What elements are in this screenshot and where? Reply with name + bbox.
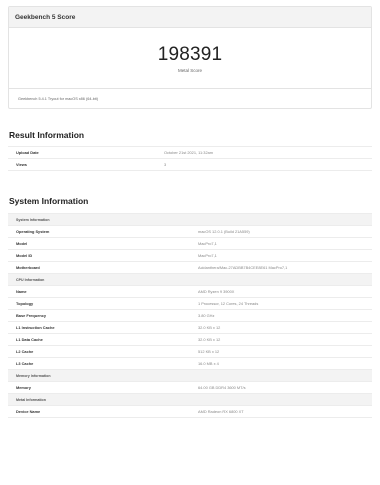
- table-row: L2 Cache 512 KB x 12: [8, 345, 372, 358]
- system-information-title: System Information: [9, 196, 89, 206]
- row-label: Device Name: [8, 405, 190, 418]
- row-value: 1 Processor, 12 Cores, 24 Threads: [190, 297, 372, 310]
- system-subheader-label: System Information: [8, 213, 372, 226]
- table-row: Device Name AMD Radeon RX 6800 XT: [8, 405, 372, 418]
- memory-subheader-label: Memory Information: [8, 369, 372, 382]
- row-label: Topology: [8, 297, 190, 310]
- row-label: Model: [8, 237, 190, 250]
- score-label: Metal Score: [177, 67, 202, 73]
- row-value: MacPro7,1: [190, 237, 372, 250]
- page: Geekbench 5 Score 198391 Metal Score Gee…: [0, 0, 380, 485]
- system-information-table: System Information Operating System macO…: [8, 213, 372, 418]
- upload-date-value: October 21st 2021, 11:32am: [156, 146, 372, 159]
- table-subheader-cpu: CPU Information: [8, 273, 372, 286]
- table-row: L1 Data Cache 32.0 KB x 12: [8, 333, 372, 346]
- row-label: L1 Instruction Cache: [8, 321, 190, 334]
- score-card-title: Geekbench 5 Score: [9, 7, 371, 28]
- row-value: MacPro7,1: [190, 249, 372, 262]
- row-label: Base Frequency: [8, 309, 190, 322]
- table-row: Name AMD Ryzen 9 3900X: [8, 285, 372, 298]
- views-value: 3: [156, 158, 372, 171]
- row-value: 3.80 GHz: [190, 309, 372, 322]
- row-value: AMD Ryzen 9 3900X: [190, 285, 372, 298]
- row-value: 512 KB x 12: [190, 345, 372, 358]
- row-label: Views: [8, 158, 156, 171]
- row-label: Memory: [8, 381, 190, 394]
- row-label: Model ID: [8, 249, 190, 262]
- table-subheader-memory: Memory Information: [8, 369, 372, 382]
- table-row: Base Frequency 3.80 GHz: [8, 309, 372, 322]
- row-label: L1 Data Cache: [8, 333, 190, 346]
- row-value: Acidanthera/Mac-27ADBB7B4CEE8E61 MacPro7…: [190, 261, 372, 274]
- row-value: 64.00 GB DDR4 3600 MT/s: [190, 381, 372, 394]
- score-footer: Geekbench 5.4.1 Tryout for macOS x86 (64…: [18, 97, 98, 101]
- row-value: 16.0 MB x 4: [190, 357, 372, 370]
- row-label: L3 Cache: [8, 357, 190, 370]
- table-row: Operating System macOS 12.0.1 (Build 21A…: [8, 225, 372, 238]
- table-row: Views 3: [8, 158, 372, 171]
- table-row: Model ID MacPro7,1: [8, 249, 372, 262]
- row-value: AMD Radeon RX 6800 XT: [190, 405, 372, 418]
- row-label: Upload Date: [8, 146, 156, 159]
- cpu-subheader-label: CPU Information: [8, 273, 372, 286]
- table-row: Topology 1 Processor, 12 Cores, 24 Threa…: [8, 297, 372, 310]
- table-row: Motherboard Acidanthera/Mac-27ADBB7B4CEE…: [8, 261, 372, 274]
- row-label: Name: [8, 285, 190, 298]
- table-subheader-metal: Metal Information: [8, 393, 372, 406]
- row-value: 32.0 KB x 12: [190, 321, 372, 334]
- table-row: L3 Cache 16.0 MB x 4: [8, 357, 372, 370]
- row-label: Motherboard: [8, 261, 190, 274]
- row-label: L2 Cache: [8, 345, 190, 358]
- result-information-title: Result Information: [9, 130, 85, 140]
- score-area: 198391 Metal Score: [9, 28, 371, 89]
- row-value: 32.0 KB x 12: [190, 333, 372, 346]
- row-value: macOS 12.0.1 (Build 21A559): [190, 225, 372, 238]
- metal-subheader-label: Metal Information: [8, 393, 372, 406]
- score-value: 198391: [157, 43, 223, 65]
- table-row: Memory 64.00 GB DDR4 3600 MT/s: [8, 381, 372, 394]
- result-information-table: Upload Date October 21st 2021, 11:32am V…: [8, 146, 372, 171]
- table-row: Upload Date October 21st 2021, 11:32am: [8, 146, 372, 159]
- table-subheader-system: System Information: [8, 213, 372, 226]
- table-row: L1 Instruction Cache 32.0 KB x 12: [8, 321, 372, 334]
- table-row: Model MacPro7,1: [8, 237, 372, 250]
- score-card: Geekbench 5 Score 198391 Metal Score Gee…: [8, 6, 372, 109]
- row-label: Operating System: [8, 225, 190, 238]
